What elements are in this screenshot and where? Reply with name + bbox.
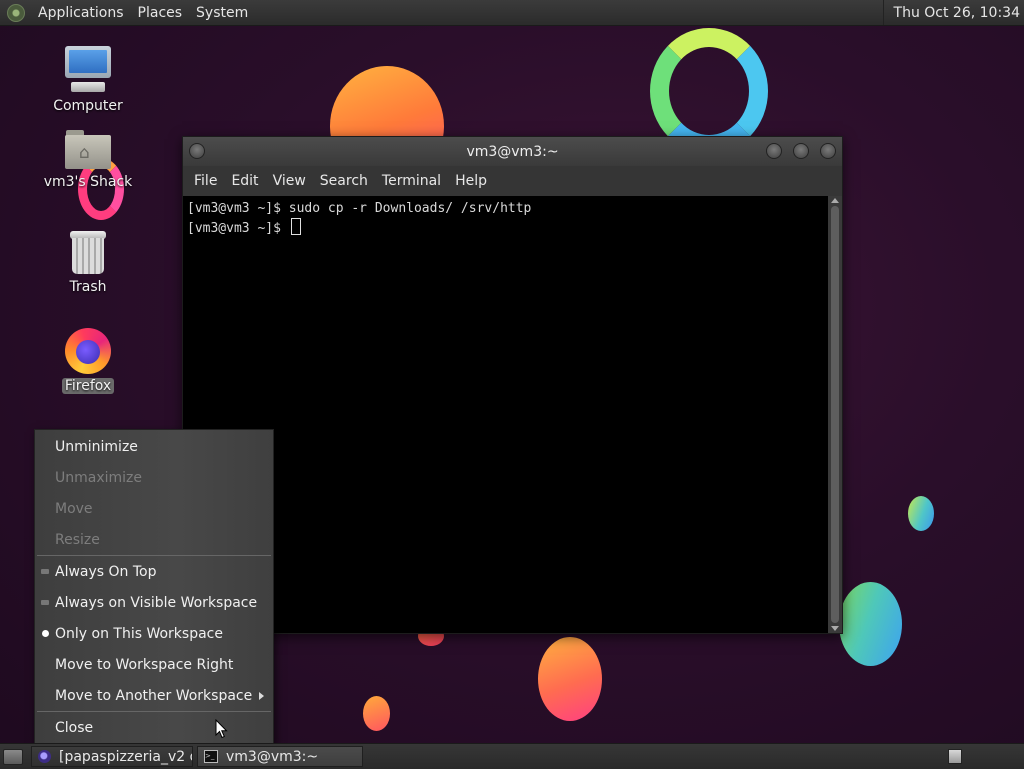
wallpaper-orange-blob-3 <box>363 696 390 731</box>
submenu-arrow-icon <box>259 692 264 700</box>
desktop-icon-computer[interactable]: Computer <box>33 46 143 114</box>
menu-item-move-to-workspace-right[interactable]: Move to Workspace Right <box>35 649 273 680</box>
menu-item-label: Always On Top <box>55 563 157 580</box>
menu-item-resize: Resize <box>35 524 273 555</box>
applications-menu[interactable]: Applications <box>31 5 131 21</box>
desktop-icon-label: Computer <box>53 98 123 114</box>
menu-item-unminimize[interactable]: Unminimize <box>35 431 273 462</box>
checkbox-icon <box>41 600 49 605</box>
close-button[interactable] <box>820 143 836 159</box>
window-title: vm3@vm3:~ <box>466 143 559 160</box>
top-panel: Applications Places System Thu Oct 26, 1… <box>0 0 1024 26</box>
menu-item-label: Resize <box>55 531 100 548</box>
menu-item-label: Unmaximize <box>55 469 143 486</box>
minimize-button[interactable] <box>766 143 782 159</box>
wallpaper-blue-blob-small <box>908 496 934 531</box>
firefox-icon <box>65 328 111 374</box>
menu-item-label: Close <box>55 719 94 736</box>
desktop-icon-firefox[interactable]: Firefox <box>33 328 143 394</box>
terminal-scrollbar[interactable] <box>828 196 842 633</box>
show-desktop-icon[interactable] <box>3 748 23 765</box>
scrollbar-thumb[interactable] <box>831 206 839 623</box>
wallpaper-orange-blob-2 <box>538 637 602 721</box>
menu-item-close[interactable]: Close <box>35 712 273 743</box>
scroll-up-arrow-icon[interactable] <box>831 198 839 203</box>
menu-item-unmaximize: Unmaximize <box>35 462 273 493</box>
system-menu[interactable]: System <box>189 5 255 21</box>
menu-item-always-on-top[interactable]: Always On Top <box>35 556 273 587</box>
menu-item-label: Move to Workspace Right <box>55 656 234 673</box>
scroll-down-arrow-icon[interactable] <box>831 626 839 631</box>
checkbox-icon <box>41 569 49 574</box>
menu-search[interactable]: Search <box>313 173 375 189</box>
taskbar-item-label: [papaspizzeria_v2 di... <box>59 748 192 765</box>
terminal-icon: >_ <box>204 750 218 763</box>
menu-item-always-on-visible-workspace[interactable]: Always on Visible Workspace <box>35 587 273 618</box>
taskbar-item-label: vm3@vm3:~ <box>226 748 319 765</box>
terminal-prompt: [vm3@vm3 ~]$ <box>187 221 289 236</box>
menu-file[interactable]: File <box>187 173 224 189</box>
menu-view[interactable]: View <box>266 173 313 189</box>
radio-selected-icon <box>42 630 49 637</box>
menu-item-label: Unminimize <box>55 438 138 455</box>
taskbar-item-terminal[interactable]: >_ vm3@vm3:~ <box>197 746 363 767</box>
trash-icon <box>69 231 107 275</box>
eclipse-icon <box>38 750 51 763</box>
desktop-icon-trash[interactable]: Trash <box>33 231 143 295</box>
menu-item-label: Always on Visible Workspace <box>55 594 258 611</box>
workspace-switcher[interactable] <box>948 749 962 764</box>
menu-item-label: Only on This Workspace <box>55 625 223 642</box>
wallpaper-blue-blob <box>839 582 902 666</box>
taskbar-item-eclipse[interactable]: [papaspizzeria_v2 di... <box>31 746 193 767</box>
computer-icon <box>63 46 113 94</box>
desktop-icon-label: vm3's Shack <box>43 174 133 190</box>
desktop-icon-home[interactable]: ⌂ vm3's Shack <box>33 130 143 190</box>
maximize-button[interactable] <box>793 143 809 159</box>
menu-item-label: Move <box>55 500 93 517</box>
menu-terminal[interactable]: Terminal <box>375 173 448 189</box>
desktop-icon-label: Firefox <box>61 378 115 394</box>
menu-edit[interactable]: Edit <box>224 173 265 189</box>
menu-item-only-on-this-workspace[interactable]: Only on This Workspace <box>35 618 273 649</box>
distro-logo-icon[interactable] <box>7 3 25 22</box>
window-menu-button[interactable] <box>189 143 205 159</box>
window-context-menu: Unminimize Unmaximize Move Resize Always… <box>34 429 274 745</box>
home-folder-icon: ⌂ <box>65 130 111 170</box>
terminal-prompt-line: [vm3@vm3 ~]$ <box>187 218 824 238</box>
clock[interactable]: Thu Oct 26, 10:34 <box>882 0 1024 25</box>
terminal-output[interactable]: [vm3@vm3 ~]$ sudo cp -r Downloads/ /srv/… <box>183 196 828 633</box>
terminal-menubar: File Edit View Search Terminal Help <box>183 166 842 196</box>
menu-item-label: Move to Another Workspace <box>55 687 253 704</box>
menu-item-move: Move <box>35 493 273 524</box>
places-menu[interactable]: Places <box>131 5 190 21</box>
bottom-panel: [papaspizzeria_v2 di... >_ vm3@vm3:~ <box>0 743 1024 769</box>
terminal-window[interactable]: vm3@vm3:~ File Edit View Search Terminal… <box>182 136 843 634</box>
text-cursor <box>290 218 301 235</box>
menu-item-move-to-another-workspace[interactable]: Move to Another Workspace <box>35 680 273 711</box>
window-titlebar[interactable]: vm3@vm3:~ <box>183 137 842 166</box>
desktop-icon-label: Trash <box>69 279 107 295</box>
terminal-line: [vm3@vm3 ~]$ sudo cp -r Downloads/ /srv/… <box>187 201 532 216</box>
menu-help[interactable]: Help <box>448 173 494 189</box>
